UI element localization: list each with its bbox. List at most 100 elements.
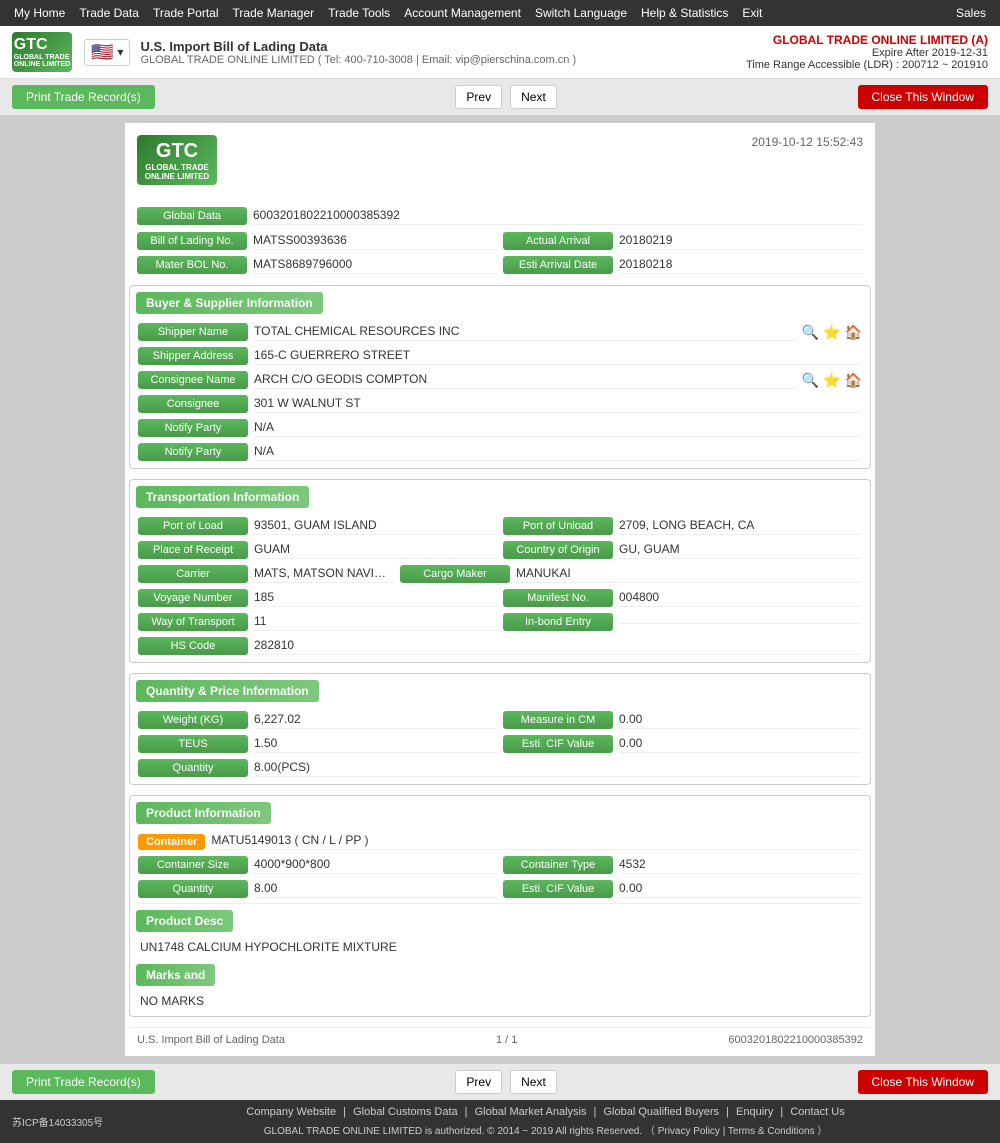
footer-link-contact[interactable]: Contact Us [790, 1106, 844, 1118]
esti-arrival-value: 20180218 [619, 257, 863, 274]
bol-value: MATSS00393636 [253, 233, 497, 250]
receipt-row: Place of Receipt GUAM Country of Origin … [130, 538, 870, 562]
search-icon-shipper[interactable]: 🔍 [802, 324, 819, 341]
shipper-address-label: Shipper Address [138, 347, 248, 365]
nav-trade-data[interactable]: Trade Data [73, 4, 145, 22]
logo-image: GTC GLOBAL TRADE ONLINE LIMITED [12, 32, 72, 72]
global-data-row: Global Data 6003201802210000385392 [129, 203, 871, 229]
flag-selector[interactable]: 🇺🇸 ▾ [84, 39, 130, 66]
bol-row: Bill of Lading No. MATSS00393636 Actual … [129, 229, 871, 253]
page-body: GTC GLOBAL TRADE ONLINE LIMITED 2019-10-… [0, 115, 1000, 1064]
nav-my-home[interactable]: My Home [8, 4, 71, 22]
notify-party1-value: N/A [254, 420, 862, 437]
voyage-number-value: 185 [254, 590, 497, 607]
voyage-number-label: Voyage Number [138, 589, 248, 607]
container-row: Container MATU5149013 ( CN / L / PP ) [130, 830, 870, 853]
next-button-top[interactable]: Next [510, 85, 557, 109]
buyer-supplier-section: Buyer & Supplier Information Shipper Nam… [129, 285, 871, 469]
actual-arrival-value: 20180219 [619, 233, 863, 250]
next-button-bottom[interactable]: Next [510, 1070, 557, 1094]
nav-switch-language[interactable]: Switch Language [529, 4, 633, 22]
record-timestamp: 2019-10-12 15:52:43 [752, 135, 863, 149]
home-icon-shipper[interactable]: 🏠 [845, 324, 862, 341]
close-button-top[interactable]: Close This Window [858, 85, 988, 109]
teus-label: TEUS [138, 735, 248, 753]
star-icon-consignee[interactable]: ⭐ [823, 372, 840, 389]
top-navigation: My Home Trade Data Trade Portal Trade Ma… [0, 0, 1000, 26]
action-bar-bottom: Print Trade Record(s) Prev Next Close Th… [0, 1064, 1000, 1100]
way-transport-value: 11 [254, 614, 497, 631]
nav-help-statistics[interactable]: Help & Statistics [635, 4, 734, 22]
teus-value: 1.50 [254, 736, 497, 753]
esti-cif-pi-value: 0.00 [619, 881, 862, 898]
port-load-value: 93501, GUAM ISLAND [254, 518, 497, 535]
nav-exit[interactable]: Exit [736, 4, 768, 22]
teus-row: TEUS 1.50 Esti. CIF Value 0.00 [130, 732, 870, 756]
record-footer-center: 1 / 1 [496, 1034, 517, 1046]
container-type-value: 4532 [619, 857, 862, 874]
nav-trade-tools[interactable]: Trade Tools [322, 4, 396, 22]
esti-cif-value-qp: 0.00 [619, 736, 862, 753]
container-value: MATU5149013 ( CN / L / PP ) [211, 833, 862, 850]
flag-dropdown-icon: ▾ [117, 45, 123, 59]
prev-button-top[interactable]: Prev [455, 85, 502, 109]
shipper-address-row: Shipper Address 165-C GUERRERO STREET [130, 344, 870, 368]
notify-party2-value: N/A [254, 444, 862, 461]
nav-trade-manager[interactable]: Trade Manager [227, 4, 321, 22]
container-size-row: Container Size 4000*900*800 Container Ty… [130, 853, 870, 877]
weight-row: Weight (KG) 6,227.02 Measure in CM 0.00 [130, 708, 870, 732]
voyage-row: Voyage Number 185 Manifest No. 004800 [130, 586, 870, 610]
carrier-label: Carrier [138, 565, 248, 583]
footer-link-market[interactable]: Global Market Analysis [475, 1106, 587, 1118]
weight-label: Weight (KG) [138, 711, 248, 729]
footer-links: Company Website | Global Customs Data | … [103, 1106, 988, 1118]
hs-code-value: 282810 [254, 638, 862, 655]
transportation-section: Transportation Information Port of Load … [129, 479, 871, 663]
container-size-value: 4000*900*800 [254, 857, 497, 874]
consignee-value: 301 W WALNUT ST [254, 396, 862, 413]
print-button-bottom[interactable]: Print Trade Record(s) [12, 1070, 155, 1094]
nav-account-management[interactable]: Account Management [398, 4, 527, 22]
footer-link-enquiry[interactable]: Enquiry [736, 1106, 773, 1118]
close-button-bottom[interactable]: Close This Window [858, 1070, 988, 1094]
notify-party1-label: Notify Party [138, 419, 248, 437]
quantity-value-qp: 8.00(PCS) [254, 760, 862, 777]
port-unload-value: 2709, LONG BEACH, CA [619, 518, 862, 535]
measure-value: 0.00 [619, 712, 862, 729]
quantity-price-title: Quantity & Price Information [136, 680, 319, 702]
buyer-supplier-title: Buyer & Supplier Information [136, 292, 323, 314]
home-icon-consignee[interactable]: 🏠 [845, 372, 862, 389]
cargo-maker-value: MANUKAI [516, 566, 862, 583]
action-bar-top: Print Trade Record(s) Prev Next Close Th… [0, 79, 1000, 115]
way-transport-label: Way of Transport [138, 613, 248, 631]
expire-date: Expire After 2019-12-31 [746, 47, 988, 59]
nav-sales[interactable]: Sales [950, 4, 992, 22]
container-badge: Container [138, 834, 205, 850]
record-header: GTC GLOBAL TRADE ONLINE LIMITED 2019-10-… [129, 127, 871, 193]
esti-cif-label-qp: Esti. CIF Value [503, 735, 613, 753]
quantity-pi-label: Quantity [138, 880, 248, 898]
search-icon-consignee[interactable]: 🔍 [802, 372, 819, 389]
quantity-pi-value: 8.00 [254, 881, 497, 898]
nav-trade-portal[interactable]: Trade Portal [147, 4, 225, 22]
notify-party1-row: Notify Party N/A [130, 416, 870, 440]
product-info-title: Product Information [136, 802, 271, 824]
icp-number: 苏ICP备14033305号 [12, 1114, 103, 1129]
footer-link-company[interactable]: Company Website [246, 1106, 336, 1118]
quantity-row-qp: Quantity 8.00(PCS) [130, 756, 870, 780]
place-receipt-value: GUAM [254, 542, 497, 559]
hs-code-row: HS Code 282810 [130, 634, 870, 658]
product-desc-title: Product Desc [136, 910, 233, 932]
footer-link-customs[interactable]: Global Customs Data [353, 1106, 458, 1118]
consignee-name-label: Consignee Name [138, 371, 248, 389]
star-icon-shipper[interactable]: ⭐ [823, 324, 840, 341]
prev-button-bottom[interactable]: Prev [455, 1070, 502, 1094]
record-footer-left: U.S. Import Bill of Lading Data [137, 1034, 285, 1046]
shipper-name-value: TOTAL CHEMICAL RESOURCES INC [254, 324, 796, 341]
print-button-top[interactable]: Print Trade Record(s) [12, 85, 155, 109]
consignee-name-value: ARCH C/O GEODIS COMPTON [254, 372, 796, 389]
site-title: U.S. Import Bill of Lading Data [140, 39, 576, 54]
footer-link-buyers[interactable]: Global Qualified Buyers [603, 1106, 719, 1118]
shipper-name-label: Shipper Name [138, 323, 248, 341]
product-info-section: Product Information Container MATU514901… [129, 795, 871, 1017]
